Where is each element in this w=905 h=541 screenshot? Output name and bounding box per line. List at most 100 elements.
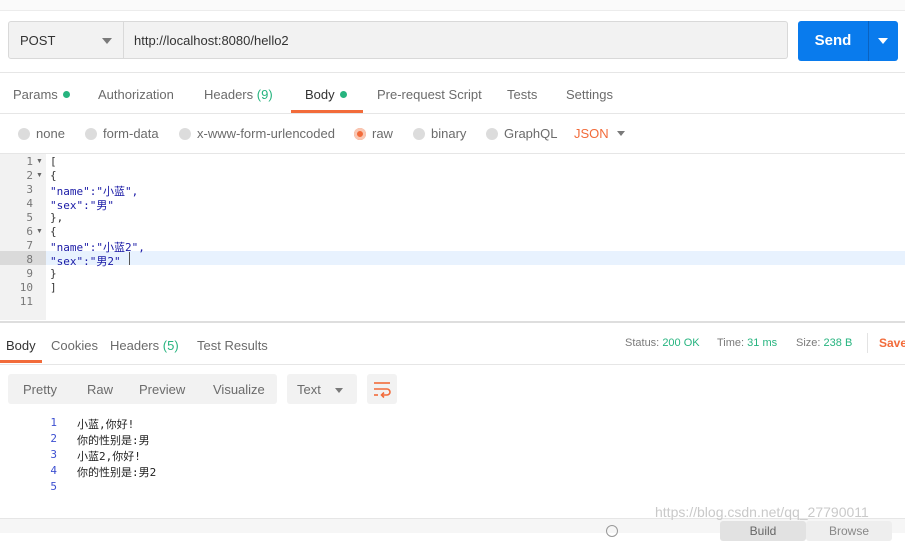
chevron-down-icon	[102, 38, 112, 44]
tab-label: Headers	[204, 87, 254, 102]
radio-form-data[interactable]: form-data	[85, 126, 159, 141]
radio-label: x-www-form-urlencoded	[197, 126, 335, 141]
line-number: 9	[26, 267, 33, 280]
view-visualize-button[interactable]: Visualize	[213, 382, 265, 397]
tab-count: (5)	[162, 338, 179, 353]
view-mode-group: Pretty Raw Preview Visualize	[8, 374, 277, 404]
tab-headers[interactable]: Headers (9)	[204, 87, 273, 102]
url-value: http://localhost:8080/hello2	[134, 33, 289, 48]
active-dot-icon	[339, 91, 347, 99]
radio-x-www-form-urlencoded[interactable]: x-www-form-urlencoded	[179, 126, 335, 141]
time-value[interactable]: 31 ms	[747, 337, 777, 349]
radio-label: form-data	[103, 126, 159, 141]
line-number: 10	[19, 281, 33, 294]
raw-format-select[interactable]: JSON	[574, 126, 609, 141]
radio-label: raw	[372, 126, 393, 141]
line-number: 7	[26, 239, 33, 252]
divider	[0, 113, 905, 114]
line-number: 11	[19, 295, 33, 308]
send-options-button[interactable]	[868, 21, 898, 61]
chevron-down-icon	[335, 388, 343, 393]
radio-circle-icon	[486, 127, 498, 140]
code-line: {	[50, 225, 57, 238]
size-value[interactable]: 238 B	[824, 337, 853, 349]
bootcamp-icon[interactable]	[606, 525, 618, 537]
radio-circle-icon	[85, 127, 97, 140]
time-label: Time:	[717, 337, 745, 349]
radio-binary[interactable]: binary	[413, 126, 466, 141]
method-label: POST	[20, 33, 56, 48]
fold-arrow-icon[interactable]: ▼	[36, 158, 43, 165]
line-number: 2	[50, 432, 57, 445]
browse-button[interactable]: Browse	[806, 521, 892, 541]
line-number: 4	[26, 197, 33, 210]
fold-arrow-icon[interactable]: ▼	[36, 228, 43, 235]
line-number: 5	[26, 211, 33, 224]
response-line: 你的性别是:男	[77, 434, 150, 447]
response-line: 小蓝2,你好!	[77, 450, 141, 463]
response-tab-cookies[interactable]: Cookies	[51, 338, 98, 353]
tab-label: Headers	[110, 338, 160, 353]
response-tab-body[interactable]: Body	[6, 338, 36, 353]
code-line: [	[50, 155, 57, 168]
divider	[0, 72, 905, 73]
code-line: }	[50, 267, 57, 280]
divider	[867, 333, 868, 353]
tab-authorization[interactable]: Authorization	[98, 87, 174, 102]
status-value[interactable]: 200 OK	[662, 337, 699, 349]
line-number: 1	[26, 155, 33, 168]
save-response-button[interactable]: Save	[879, 336, 905, 350]
size-info: Size: 238 B	[796, 337, 852, 349]
send-button[interactable]: Send	[798, 21, 868, 61]
divider	[0, 364, 905, 365]
code-line: ]	[50, 281, 57, 294]
radio-none[interactable]: none	[18, 126, 65, 141]
tab-label: Authorization	[98, 87, 174, 102]
method-select[interactable]: POST	[8, 21, 124, 59]
tab-label: Pre-request Script	[377, 87, 482, 102]
radio-circle-icon	[179, 127, 191, 140]
tab-settings[interactable]: Settings	[566, 87, 613, 102]
response-line: 小蓝,你好!	[77, 418, 135, 431]
fold-arrow-icon[interactable]: ▼	[36, 172, 43, 179]
response-line: 你的性别是:男2	[77, 466, 157, 479]
text-format-select[interactable]: Text	[287, 374, 357, 404]
radio-selected-icon	[354, 127, 366, 140]
radio-label: GraphQL	[504, 126, 558, 141]
wrap-lines-button[interactable]	[367, 374, 397, 404]
tab-count: (9)	[256, 87, 273, 102]
tab-label: Body	[305, 87, 335, 102]
build-button[interactable]: Build	[720, 521, 806, 541]
radio-label: none	[36, 126, 65, 141]
active-dot-icon	[62, 91, 70, 99]
radio-raw[interactable]: raw	[354, 126, 393, 141]
response-resize-handle[interactable]	[0, 321, 905, 323]
line-number: 3	[26, 183, 33, 196]
view-pretty-button[interactable]: Pretty	[23, 382, 57, 397]
request-body-editor[interactable]: 1 2 3 4 5 6 7 8 9 10 11 ▼ ▼ ▼ [ { "name"…	[0, 154, 905, 320]
url-input[interactable]: http://localhost:8080/hello2	[124, 21, 788, 59]
line-number: 3	[50, 448, 57, 461]
tab-body[interactable]: Body	[305, 87, 347, 102]
tab-tests[interactable]: Tests	[507, 87, 537, 102]
time-info: Time: 31 ms	[717, 337, 777, 349]
line-number: 1	[50, 416, 57, 429]
line-number: 4	[50, 464, 57, 477]
radio-circle-icon	[18, 127, 30, 140]
window-top-strip	[0, 0, 905, 11]
view-preview-button[interactable]: Preview	[139, 382, 185, 397]
wrap-lines-icon	[374, 382, 391, 399]
chevron-down-icon[interactable]	[617, 131, 625, 136]
watermark: https://blog.csdn.net/qq_27790011	[655, 504, 869, 520]
radio-graphql[interactable]: GraphQL	[486, 126, 557, 141]
response-tab-headers[interactable]: Headers (5)	[110, 338, 179, 353]
tab-params[interactable]: Params	[13, 87, 70, 102]
tab-label: Body	[6, 338, 36, 353]
tab-label: Tests	[507, 87, 538, 102]
tab-pre-request-script[interactable]: Pre-request Script	[377, 87, 482, 102]
chevron-down-icon	[878, 38, 888, 44]
view-raw-button[interactable]: Raw	[87, 382, 113, 397]
tab-label: Test Results	[197, 338, 268, 353]
line-number: 5	[50, 480, 57, 493]
response-tab-test-results[interactable]: Test Results	[197, 338, 268, 353]
